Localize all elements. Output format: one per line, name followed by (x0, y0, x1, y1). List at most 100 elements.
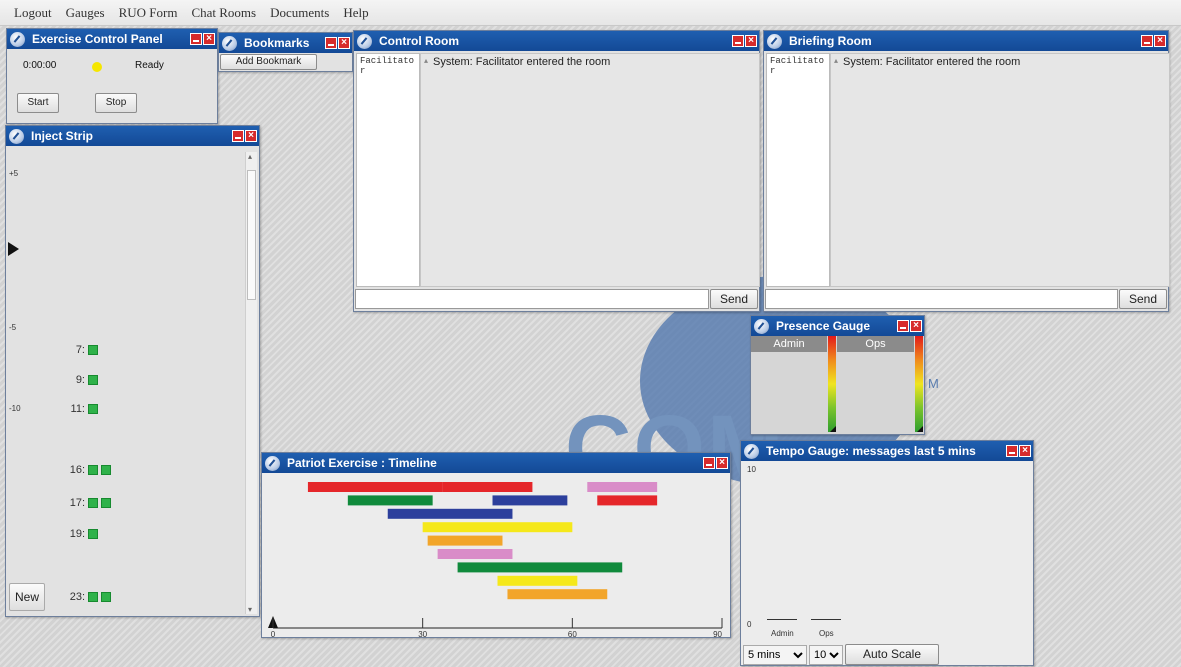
timeline-bar[interactable] (587, 482, 658, 492)
timeline-bar[interactable] (492, 495, 568, 506)
scroll-up-icon[interactable]: ▴ (248, 152, 252, 161)
window-title: Bookmarks (244, 36, 310, 50)
window-menu-icon[interactable] (767, 33, 782, 49)
menu-ruo-form[interactable]: RUO Form (119, 5, 178, 21)
participant-list[interactable]: Facilitator (766, 53, 830, 287)
time-window-select[interactable]: 5 mins (743, 645, 807, 665)
minimize-icon[interactable] (897, 320, 909, 332)
chat-message-input[interactable] (765, 289, 1118, 309)
participant-name[interactable]: Facilitator (360, 56, 414, 76)
tempo-gauge-titlebar[interactable]: Tempo Gauge: messages last 5 mins × (741, 441, 1033, 461)
window-menu-icon[interactable] (9, 128, 24, 144)
inject-item-icon[interactable] (88, 345, 98, 355)
window-title: Briefing Room (789, 34, 872, 48)
timeline-bar[interactable] (307, 482, 443, 492)
timeline-bar[interactable] (427, 535, 503, 546)
window-menu-icon[interactable] (357, 33, 372, 49)
presence-level-bar (915, 336, 923, 432)
timeline-bar[interactable] (597, 495, 658, 506)
close-icon[interactable]: × (245, 130, 257, 142)
timeline-bar[interactable] (422, 522, 573, 533)
close-icon[interactable]: × (910, 320, 922, 332)
inject-row: 17: (67, 497, 111, 509)
timeline-bar[interactable] (497, 575, 578, 586)
close-icon[interactable]: × (716, 457, 728, 469)
window-title: Inject Strip (31, 129, 94, 143)
participant-list[interactable]: Facilitator (356, 53, 420, 287)
minimize-icon[interactable] (232, 130, 244, 142)
minimize-icon[interactable] (190, 33, 202, 45)
inject-item-icon[interactable] (101, 498, 111, 508)
start-button[interactable]: Start (17, 93, 59, 113)
bookmarks-titlebar[interactable]: Bookmarks × (219, 33, 352, 53)
inject-scrollbar[interactable]: ▴ ▾ (245, 152, 257, 614)
send-button[interactable]: Send (1119, 289, 1167, 309)
scroll-down-icon[interactable]: ▾ (248, 605, 252, 614)
minimize-icon[interactable] (703, 457, 715, 469)
menu-chat-rooms[interactable]: Chat Rooms (191, 5, 256, 21)
axis-label: +5 (9, 169, 19, 178)
close-icon[interactable]: × (745, 35, 757, 47)
inject-item-icon[interactable] (88, 498, 98, 508)
presence-gauge-window: Presence Gauge × Admin Ops (750, 315, 925, 435)
auto-scale-button[interactable]: Auto Scale (845, 644, 939, 665)
participant-name[interactable]: Facilitator (770, 56, 824, 76)
exercise-timer: 0:00:00 (23, 60, 57, 71)
inject-item-icon[interactable] (88, 529, 98, 539)
send-button[interactable]: Send (710, 289, 758, 309)
new-inject-button[interactable]: New (9, 583, 45, 611)
window-menu-icon[interactable] (222, 35, 237, 51)
window-menu-icon[interactable] (265, 455, 280, 471)
status-indicator-icon (92, 62, 102, 72)
inject-item-icon[interactable] (101, 592, 111, 602)
timeline-titlebar[interactable]: Patriot Exercise : Timeline × (262, 453, 730, 473)
chat-log[interactable]: ▴ System: Facilitator entered the room (830, 53, 1170, 287)
chat-message-input[interactable] (355, 289, 709, 309)
minimize-icon[interactable] (1141, 35, 1153, 47)
inject-item-icon[interactable] (101, 465, 111, 475)
close-icon[interactable]: × (1154, 35, 1166, 47)
scale-select[interactable]: 10 (809, 645, 843, 665)
inject-item-icon[interactable] (88, 592, 98, 602)
chat-log[interactable]: ▴ System: Facilitator entered the room (420, 53, 760, 287)
window-menu-icon[interactable] (744, 443, 759, 459)
exercise-control-window: Exercise Control Panel × 0:00:00 Ready S… (6, 28, 218, 124)
timeline-bar[interactable] (347, 495, 433, 506)
close-icon[interactable]: × (338, 37, 350, 49)
window-menu-icon[interactable] (754, 318, 769, 334)
stop-button[interactable]: Stop (95, 93, 137, 113)
add-bookmark-button[interactable]: Add Bookmark (220, 54, 317, 70)
inject-item-icon[interactable] (88, 465, 98, 475)
minimize-icon[interactable] (325, 37, 337, 49)
minimize-icon[interactable] (732, 35, 744, 47)
presence-gauge-titlebar[interactable]: Presence Gauge × (751, 316, 924, 336)
inject-item-icon[interactable] (88, 404, 98, 414)
x-tick-label: 30 (418, 630, 427, 637)
menu-help[interactable]: Help (343, 5, 368, 21)
timeline-bar[interactable] (457, 562, 623, 573)
window-title: Presence Gauge (776, 319, 871, 333)
inject-strip-titlebar[interactable]: Inject Strip × (6, 126, 259, 146)
scroll-up-icon[interactable]: ▴ (834, 56, 838, 65)
scroll-up-icon[interactable]: ▴ (424, 56, 428, 65)
exercise-control-titlebar[interactable]: Exercise Control Panel × (7, 29, 217, 49)
timeline-bar[interactable] (437, 549, 513, 559)
scrollbar-thumb[interactable] (247, 170, 256, 300)
minimize-icon[interactable] (1006, 445, 1018, 457)
briefing-room-titlebar[interactable]: Briefing Room × (764, 31, 1168, 51)
control-room-window: Control Room × Facilitator ▴ System: Fac… (353, 30, 760, 312)
inject-row: 16: (67, 464, 111, 476)
close-icon[interactable]: × (203, 33, 215, 45)
menu-documents[interactable]: Documents (270, 5, 329, 21)
menu-gauges[interactable]: Gauges (66, 5, 105, 21)
timeline-bar[interactable] (507, 589, 608, 600)
window-menu-icon[interactable] (10, 31, 25, 47)
close-icon[interactable]: × (1019, 445, 1031, 457)
inject-row: 9: (67, 374, 98, 386)
inject-row: 11: (67, 403, 98, 415)
control-room-titlebar[interactable]: Control Room × (354, 31, 759, 51)
timeline-bar[interactable] (387, 508, 513, 519)
timeline-bar[interactable] (442, 482, 533, 492)
inject-item-icon[interactable] (88, 375, 98, 385)
menu-logout[interactable]: Logout (14, 5, 52, 21)
